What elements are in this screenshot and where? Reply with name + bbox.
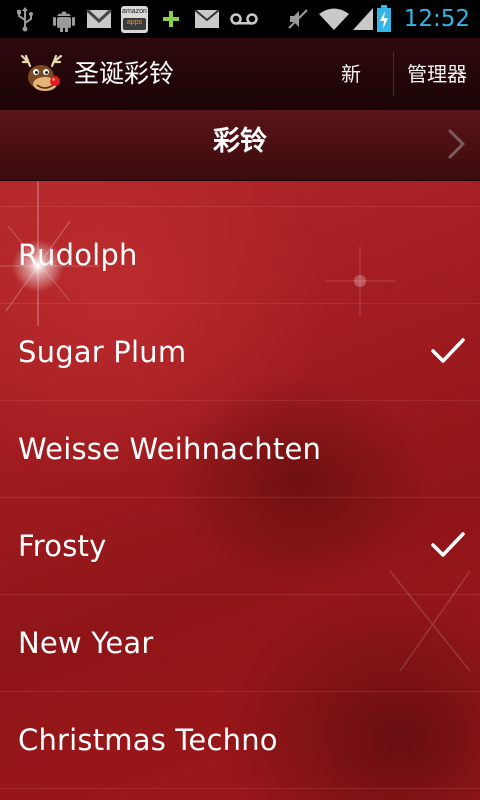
ringtone-label: Rudolph <box>18 238 138 272</box>
list-item[interactable]: Rudolph <box>0 206 480 304</box>
app-title: 圣诞彩铃 <box>74 59 175 88</box>
list-item[interactable]: Frosty <box>0 498 480 595</box>
gmail-icon <box>86 0 112 38</box>
ringtone-label: New Year <box>18 626 154 660</box>
ringtone-label: Frosty <box>18 529 107 563</box>
new-button[interactable]: 新 <box>324 38 378 110</box>
add-icon <box>162 0 180 38</box>
action-divider <box>393 52 394 96</box>
status-bar: amazon apps 12:52 <box>0 0 480 38</box>
list-item[interactable]: Christmas Techno <box>0 692 480 789</box>
amazon-sublabel: apps <box>126 18 143 26</box>
reindeer-app-icon[interactable] <box>20 50 64 98</box>
list-item[interactable]: Weisse Weihnachten <box>0 401 480 498</box>
ringtone-label: Christmas Techno <box>18 723 278 757</box>
amazon-label: amazon <box>122 7 147 15</box>
clock: 12:52 <box>403 6 470 32</box>
checkmark-icon[interactable] <box>430 336 466 366</box>
manager-button[interactable]: 管理器 <box>398 38 476 110</box>
wifi-icon <box>318 0 350 38</box>
section-header[interactable]: 彩铃 <box>0 110 480 181</box>
mute-icon <box>286 0 310 38</box>
chevron-right-icon[interactable] <box>446 128 468 160</box>
checkmark-icon[interactable] <box>430 530 466 560</box>
email-icon <box>194 0 220 38</box>
signal-icon <box>352 0 374 38</box>
ringtone-label: Weisse Weihnachten <box>18 432 322 466</box>
voicemail-icon <box>230 0 258 38</box>
ringtone-list-area: Rudolph Sugar Plum Weisse Weihnachten Fr… <box>0 181 480 800</box>
ringtone-list: Rudolph Sugar Plum Weisse Weihnachten Fr… <box>0 181 480 789</box>
ringtone-label: Sugar Plum <box>18 335 187 369</box>
section-title: 彩铃 <box>213 126 267 157</box>
list-item[interactable]: Sugar Plum <box>0 304 480 401</box>
action-bar: 圣诞彩铃 新 管理器 <box>0 38 480 111</box>
usb-icon <box>14 0 36 38</box>
amazon-appstore-icon: amazon apps <box>121 0 148 38</box>
list-item[interactable]: New Year <box>0 595 480 692</box>
android-debug-icon <box>52 0 76 38</box>
battery-charging-icon <box>376 0 392 38</box>
